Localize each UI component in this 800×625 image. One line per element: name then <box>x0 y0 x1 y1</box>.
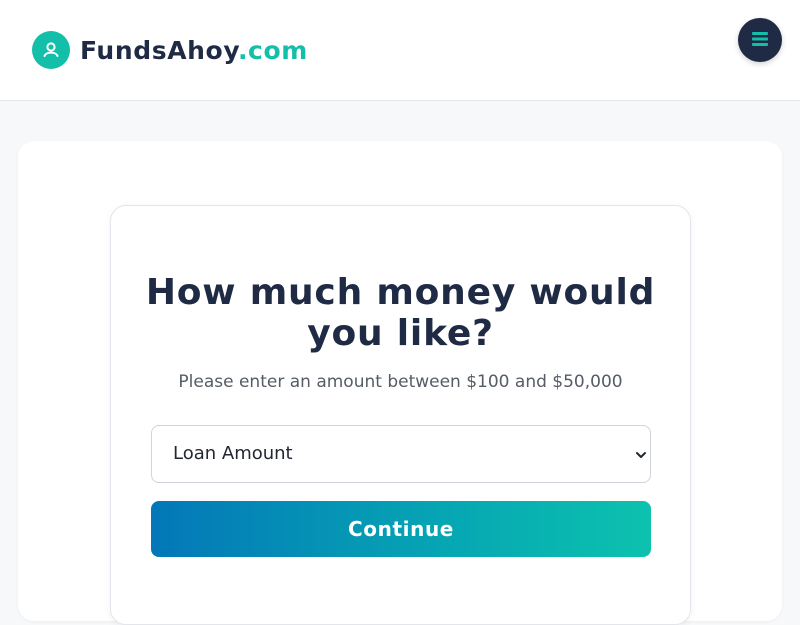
brand-name-main: FundsAhoy <box>80 35 238 65</box>
loan-amount-form: How much money would you like? Please en… <box>110 205 691 625</box>
chevron-down-icon <box>634 447 648 466</box>
hamburger-menu-icon <box>752 31 768 49</box>
form-subtext: Please enter an amount between $100 and … <box>178 372 623 392</box>
user-circle-icon <box>32 31 70 69</box>
menu-button[interactable] <box>738 18 782 62</box>
brand-name-tld: .com <box>237 35 308 65</box>
brand-name: FundsAhoy.com <box>80 36 308 65</box>
form-heading: How much money would you like? <box>145 272 656 354</box>
loan-amount-select[interactable]: Loan Amount <box>151 425 651 483</box>
brand-logo[interactable]: FundsAhoy.com <box>32 31 308 69</box>
continue-button[interactable]: Continue <box>151 501 651 557</box>
site-header: FundsAhoy.com <box>0 0 800 101</box>
loan-amount-select-value: Loan Amount <box>173 443 293 464</box>
